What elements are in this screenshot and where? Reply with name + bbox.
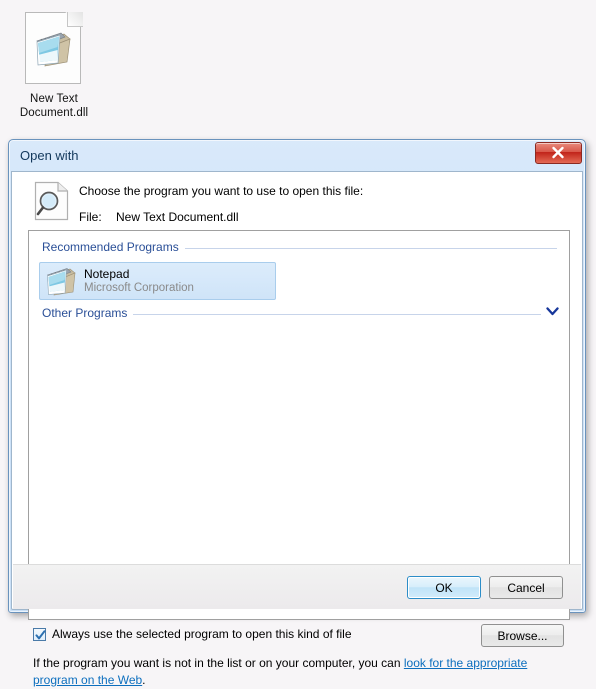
program-name: Notepad [84, 267, 130, 281]
program-item-text: Notepad Microsoft Corporation [84, 267, 194, 295]
always-use-label[interactable]: Always use the selected program to open … [52, 627, 352, 641]
notepad-icon [45, 265, 79, 297]
notepad-glyph [36, 32, 71, 67]
other-header-label: Other Programs [42, 306, 134, 320]
dialog-title-bar[interactable]: Open with [11, 142, 583, 172]
desktop-icon-label-line1: New Text [30, 93, 78, 105]
other-programs-header[interactable]: Other Programs [37, 304, 561, 326]
dialog-prompt: Choose the program you want to use to op… [79, 184, 364, 198]
chevron-down-glyph [546, 307, 559, 316]
notepad-file-icon [25, 12, 83, 86]
helper-text: If the program you want is not in the li… [33, 655, 573, 689]
dialog-body: Choose the program you want to use to op… [11, 171, 583, 687]
close-x-glyph [552, 146, 564, 159]
open-with-dialog: Open with Choose the program you want to… [8, 139, 586, 687]
cancel-button[interactable]: Cancel [489, 576, 563, 599]
page-fold-corner [67, 12, 83, 27]
program-publisher: Microsoft Corporation [84, 282, 194, 294]
close-icon[interactable] [535, 142, 582, 164]
file-label: File: [79, 210, 102, 224]
browse-button[interactable]: Browse... [481, 624, 564, 647]
always-use-row: Always use the selected program to open … [33, 627, 352, 641]
notepad-glyph-small [46, 268, 76, 296]
desktop-icon-label-line2: Document.dll [19, 107, 89, 119]
chevron-down-icon[interactable] [541, 306, 559, 318]
checkmark-icon [35, 629, 46, 639]
program-item-notepad[interactable]: Notepad Microsoft Corporation [39, 262, 276, 300]
recommended-programs-header: Recommended Programs [37, 238, 561, 260]
desktop-icon-label: New Text Document.dll [6, 92, 102, 120]
helper-text-suffix: . [142, 673, 146, 687]
always-use-checkbox[interactable] [33, 627, 46, 641]
dialog-button-bar: OK Cancel [13, 564, 581, 609]
dialog-title: Open with [20, 148, 79, 163]
recommended-programs-list: Notepad Microsoft Corporation [39, 262, 559, 300]
file-name-value: New Text Document.dll [116, 210, 239, 224]
helper-text-prefix: If the program you want is not in the li… [33, 656, 404, 670]
dialog-header-row: Choose the program you want to use to op… [12, 172, 582, 228]
recommended-header-label: Recommended Programs [42, 240, 185, 254]
ok-button[interactable]: OK [407, 576, 481, 599]
file-search-icon [34, 181, 69, 221]
programs-list-panel[interactable]: Recommended Programs Notepad Microsoft C… [28, 230, 570, 620]
desktop-icon-new-text-document[interactable]: New Text Document.dll [6, 6, 102, 120]
